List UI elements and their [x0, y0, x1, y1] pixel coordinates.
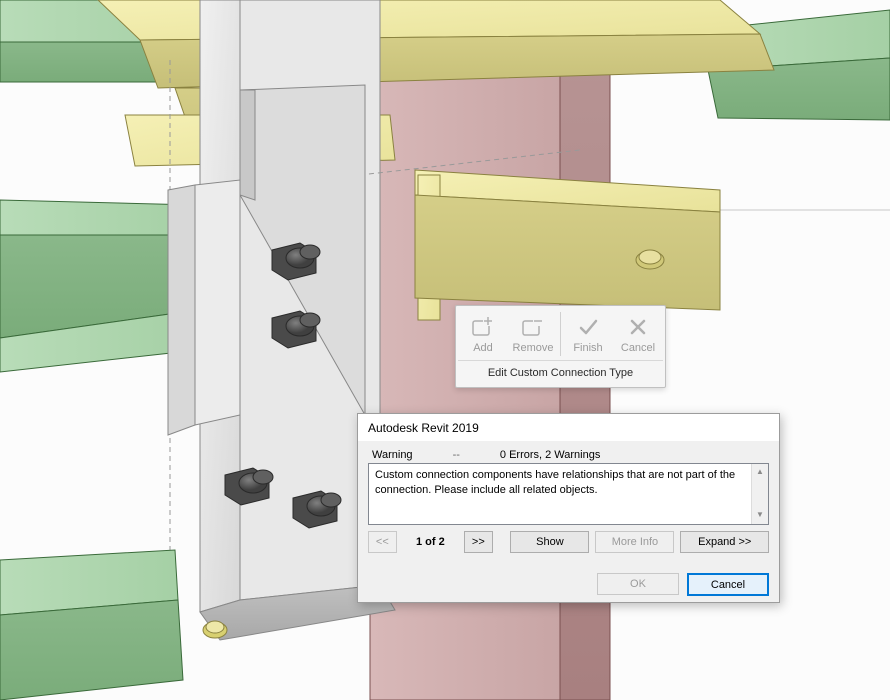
finish-label: Finish — [573, 342, 602, 354]
toolbar-title: Edit Custom Connection Type — [458, 360, 663, 385]
cancel-button[interactable]: Cancel — [613, 308, 663, 360]
x-icon — [626, 315, 650, 339]
status-type: Warning — [372, 449, 413, 461]
message-text: Custom connection components have relati… — [375, 469, 735, 496]
check-icon — [576, 315, 600, 339]
remove-icon — [521, 315, 545, 339]
show-button[interactable]: Show — [510, 531, 589, 553]
add-icon — [471, 315, 495, 339]
pager-prev-button[interactable]: << — [368, 531, 397, 553]
status-dash: -- — [453, 449, 460, 461]
add-label: Add — [473, 342, 493, 354]
edit-connection-toolbar: Add Remove Finish — [455, 305, 666, 388]
ok-button[interactable]: OK — [597, 573, 679, 595]
scroll-down-icon: ▼ — [752, 507, 768, 524]
message-box: Custom connection components have relati… — [368, 463, 769, 525]
pager-text: 1 of 2 — [403, 536, 458, 548]
scroll-up-icon: ▲ — [752, 464, 768, 481]
message-scrollbar[interactable]: ▲ ▼ — [751, 464, 768, 524]
add-button[interactable]: Add — [458, 308, 508, 360]
cancel-label: Cancel — [621, 342, 655, 354]
expand-button[interactable]: Expand >> — [680, 531, 769, 553]
dialog-cancel-button[interactable]: Cancel — [687, 573, 769, 596]
remove-button[interactable]: Remove — [508, 308, 558, 360]
dialog-title: Autodesk Revit 2019 — [358, 414, 779, 441]
pager-next-button[interactable]: >> — [464, 531, 493, 553]
warning-dialog: Autodesk Revit 2019 Warning -- 0 Errors,… — [357, 413, 780, 603]
finish-button[interactable]: Finish — [563, 308, 613, 360]
more-info-button[interactable]: More Info — [595, 531, 674, 553]
remove-label: Remove — [513, 342, 554, 354]
status-counts: 0 Errors, 2 Warnings — [500, 449, 600, 461]
toolbar-divider — [560, 312, 561, 356]
status-line: Warning -- 0 Errors, 2 Warnings — [368, 449, 769, 463]
